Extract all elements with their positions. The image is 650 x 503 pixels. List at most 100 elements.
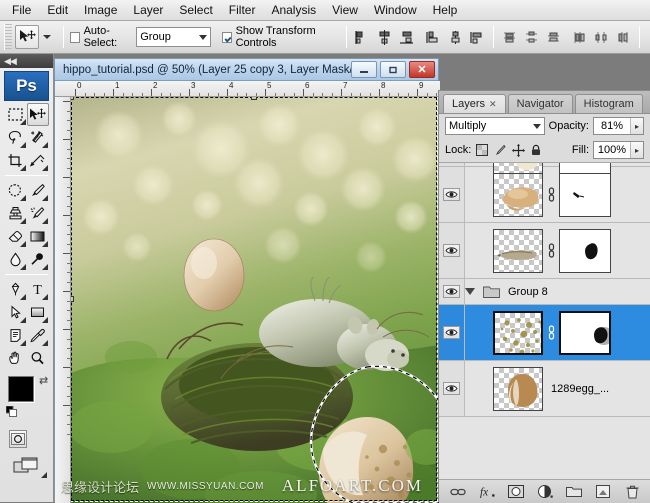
menu-item-analysis[interactable]: Analysis [263, 1, 324, 19]
menu-item-view[interactable]: View [324, 1, 366, 19]
options-bar-grip[interactable] [4, 24, 12, 50]
close-icon[interactable]: ✕ [409, 61, 435, 78]
show-transform-controls-checkbox[interactable] [222, 32, 231, 43]
blur-icon[interactable] [4, 248, 27, 271]
menu-item-edit[interactable]: Edit [39, 1, 76, 19]
layer-link-icon[interactable] [546, 185, 556, 205]
notes-icon[interactable] [4, 324, 27, 347]
table-row[interactable] [439, 305, 650, 361]
zoom-icon[interactable] [27, 347, 50, 370]
close-icon[interactable]: ✕ [489, 99, 497, 110]
clone-stamp-icon[interactable] [4, 202, 27, 225]
menu-item-image[interactable]: Image [76, 1, 125, 19]
document-titlebar[interactable]: hippo_tutorial.psd @ 50% (Layer 25 copy … [55, 59, 438, 81]
align-vertical-centers-icon[interactable] [446, 28, 465, 47]
lock-all-icon[interactable] [529, 143, 543, 157]
blend-mode-dropdown[interactable]: Multiply [445, 117, 545, 135]
eye-icon[interactable] [443, 382, 460, 395]
menu-item-help[interactable]: Help [425, 1, 466, 19]
delete-layer-icon[interactable] [624, 484, 640, 500]
layer-visibility-cell[interactable] [439, 162, 465, 166]
toolbox-titlebar[interactable]: ◀◀ [0, 54, 53, 68]
menu-item-select[interactable]: Select [171, 1, 220, 19]
tab-layers[interactable]: Layers ✕ [443, 94, 506, 113]
gradient-icon[interactable] [27, 225, 50, 248]
default-colors-icon[interactable] [6, 406, 17, 417]
layer-visibility-cell[interactable] [439, 223, 465, 278]
eraser-icon[interactable] [4, 225, 27, 248]
move-tool-icon[interactable] [15, 25, 40, 49]
move-tool-icon[interactable] [27, 103, 50, 126]
layer-visibility-cell[interactable] [439, 361, 465, 416]
align-top-edges-icon[interactable] [424, 28, 443, 47]
dodge-icon[interactable] [27, 248, 50, 271]
brush-icon[interactable] [27, 179, 50, 202]
crop-icon[interactable] [4, 149, 27, 172]
double-chevron-left-icon[interactable]: ◀◀ [4, 56, 16, 67]
layer-thumbnail[interactable] [493, 229, 543, 273]
align-bottom-edges-icon[interactable] [468, 28, 487, 47]
layer-list[interactable]: Group 8 [439, 162, 650, 480]
distribute-horizontal-centers-icon[interactable] [592, 28, 611, 47]
minimize-icon[interactable] [351, 61, 377, 78]
layer-visibility-cell[interactable] [439, 305, 465, 360]
group-visibility-cell[interactable] [439, 279, 465, 305]
align-left-edges-icon[interactable] [353, 28, 372, 47]
lock-image-pixels-icon[interactable] [493, 143, 507, 157]
path-selection-icon[interactable] [4, 301, 27, 324]
layer-group-row[interactable]: Group 8 [439, 279, 650, 305]
restore-icon[interactable] [380, 61, 406, 78]
distribute-bottom-edges-icon[interactable] [544, 28, 563, 47]
layer-link-icon[interactable] [546, 323, 556, 343]
new-group-icon[interactable] [566, 484, 582, 500]
layer-style-fx-icon[interactable]: fx [479, 484, 495, 500]
link-layers-icon[interactable] [450, 484, 466, 500]
rectangle-shape-icon[interactable] [27, 301, 50, 324]
fill-slider-arrow-icon[interactable]: ▸ [630, 142, 643, 158]
transform-selection-border[interactable] [71, 97, 437, 501]
fill-field[interactable]: 100% ▸ [593, 141, 644, 159]
menu-item-layer[interactable]: Layer [125, 1, 171, 19]
vertical-ruler[interactable] [55, 97, 71, 503]
align-horizontal-centers-icon[interactable] [375, 28, 394, 47]
pen-icon[interactable] [4, 278, 27, 301]
transform-handle-top-center[interactable] [251, 97, 257, 100]
tool-preset-chevron-down-icon[interactable] [43, 35, 51, 39]
foreground-color-swatch[interactable] [8, 376, 34, 402]
layer-link-icon[interactable] [546, 241, 556, 261]
eye-icon[interactable] [443, 285, 460, 298]
distribute-right-edges-icon[interactable] [614, 28, 633, 47]
table-row[interactable]: 1289egg_... [439, 361, 650, 417]
layer-thumbnail[interactable] [493, 173, 543, 217]
menu-item-filter[interactable]: Filter [221, 1, 264, 19]
transform-handle-middle-left[interactable] [71, 296, 74, 302]
image-canvas[interactable] [71, 97, 439, 503]
layer-thumbnail[interactable] [493, 311, 543, 355]
swap-colors-icon[interactable]: ⇄ [39, 374, 48, 387]
distribute-left-edges-icon[interactable] [570, 28, 589, 47]
auto-select-scope-dropdown[interactable]: Group [136, 27, 211, 47]
horizontal-ruler[interactable]: 012345678910 [55, 81, 440, 97]
lock-transparent-pixels-icon[interactable] [475, 143, 489, 157]
type-icon[interactable]: T [27, 278, 50, 301]
eye-icon[interactable] [443, 326, 460, 339]
new-adjustment-layer-icon[interactable] [537, 484, 553, 500]
tab-histogram[interactable]: Histogram [575, 94, 643, 113]
distribute-vertical-centers-icon[interactable] [522, 28, 541, 47]
lasso-icon[interactable] [4, 126, 27, 149]
layer-mask-thumbnail[interactable] [559, 229, 611, 273]
hand-icon[interactable] [4, 347, 27, 370]
tab-navigator[interactable]: Navigator [508, 94, 573, 113]
layer-mask-thumbnail[interactable] [559, 311, 611, 355]
auto-select-checkbox[interactable] [70, 32, 79, 43]
lock-position-icon[interactable] [511, 143, 525, 157]
layer-visibility-cell[interactable] [439, 167, 465, 222]
eye-icon[interactable] [443, 244, 460, 257]
new-layer-icon[interactable] [595, 484, 611, 500]
screen-mode-icon[interactable] [7, 454, 47, 478]
table-row[interactable] [439, 167, 650, 223]
history-brush-icon[interactable] [27, 202, 50, 225]
layer-mask-thumbnail[interactable] [559, 173, 611, 217]
transform-handle-top-left[interactable] [71, 97, 74, 100]
add-layer-mask-icon[interactable] [508, 484, 524, 500]
